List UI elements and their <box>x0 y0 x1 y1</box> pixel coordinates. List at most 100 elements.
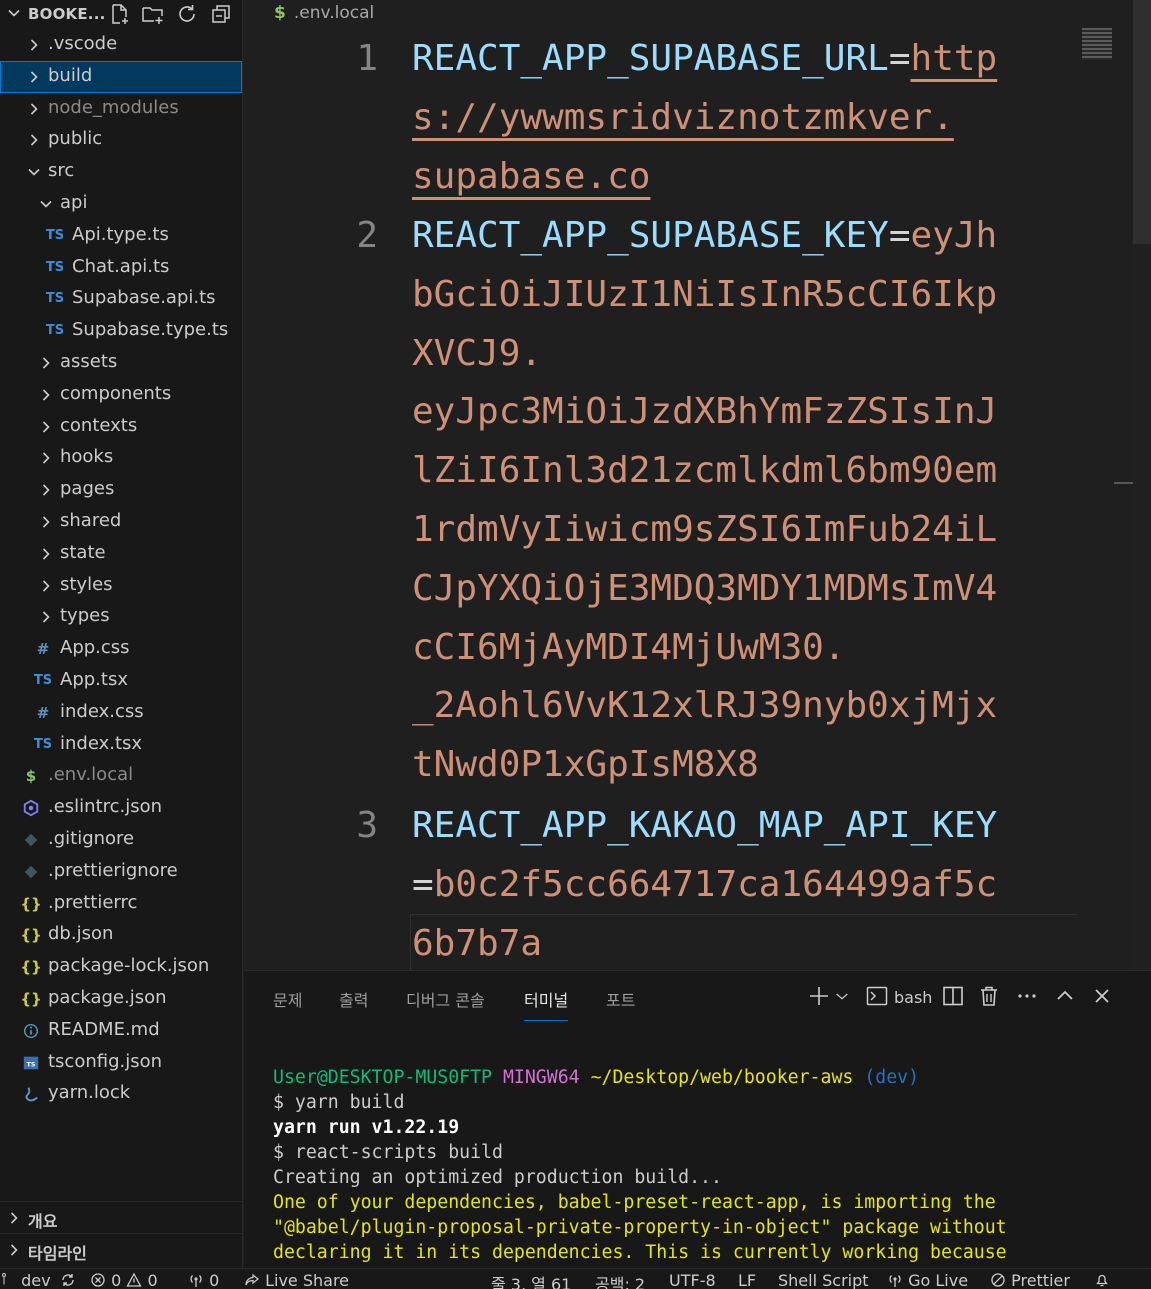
env-value[interactable]: supabase.co <box>412 156 650 197</box>
line-number[interactable]: 1 <box>328 38 378 79</box>
code-line[interactable]: REACT_APP_SUPABASE_KEY=eyJh <box>412 207 997 266</box>
env-value[interactable]: http <box>911 38 998 79</box>
close-panel-icon[interactable] <box>1090 984 1114 1008</box>
explorer-folder[interactable]: pages <box>0 474 242 506</box>
panel-tab[interactable]: 포트 <box>606 987 635 1011</box>
explorer-folder[interactable]: shared <box>0 506 242 538</box>
explorer-title[interactable]: BOOKE... <box>28 5 106 23</box>
explorer-file[interactable]: TS tsconfig.json <box>0 1047 242 1079</box>
editor-scrollbar-thumb[interactable] <box>1133 0 1151 244</box>
explorer-folder[interactable]: types <box>0 601 242 633</box>
code-line[interactable]: supabase.co <box>412 148 650 207</box>
explorer-file[interactable]: TS Supabase.api.ts <box>0 283 242 315</box>
code-line[interactable]: _2Aohl6VvK12xlRJ39nyb0xjMjx <box>412 677 997 736</box>
ports-indicator[interactable]: 0 <box>188 1271 219 1289</box>
chevron-down-icon[interactable] <box>834 984 850 1008</box>
code-line[interactable]: lZiI6Inl3d21zcmlkdml6bm90em <box>412 442 997 501</box>
explorer-file[interactable]: TS Api.type.ts <box>0 220 242 252</box>
refresh-icon[interactable] <box>175 2 199 26</box>
explorer-file[interactable]: .prettierignore <box>0 856 242 888</box>
code-line[interactable]: s://ywwmsridviznotzmkver. <box>412 89 954 148</box>
code-line[interactable]: REACT_APP_SUPABASE_URL=http <box>412 30 997 89</box>
breadcrumb-file[interactable]: .env.local <box>294 3 374 23</box>
editor-area[interactable]: $ .env.local 1 REACT_APP_SUPABASE_URL=http… <box>244 0 1151 970</box>
outline-section[interactable]: 개요 <box>0 1201 243 1233</box>
new-file-icon[interactable] <box>107 2 131 26</box>
sync-icon[interactable] <box>60 1272 76 1288</box>
explorer-folder[interactable]: src <box>0 156 242 188</box>
prettier-button[interactable]: Prettier <box>990 1271 1070 1289</box>
more-actions-icon[interactable] <box>1015 984 1039 1008</box>
branch-indicator[interactable]: dev <box>0 1271 76 1289</box>
line-number[interactable]: 2 <box>328 215 378 256</box>
env-value[interactable]: s://ywwmsridviznotzmkver. <box>412 97 954 138</box>
explorer-file[interactable]: TS index.tsx <box>0 729 242 761</box>
new-terminal-icon[interactable] <box>807 984 831 1008</box>
breadcrumb[interactable]: $ .env.local <box>274 3 374 23</box>
language-mode[interactable]: Shell Script <box>778 1271 869 1289</box>
explorer-folder[interactable]: hooks <box>0 442 242 474</box>
code-line[interactable]: =b0c2f5cc664717ca164499af5c <box>412 856 997 915</box>
collapse-all-icon[interactable] <box>209 2 233 26</box>
live-share-button[interactable]: Live Share <box>244 1271 349 1289</box>
explorer-file[interactable]: {} db.json <box>0 919 242 951</box>
panel-tab[interactable]: 터미널 <box>524 987 569 1021</box>
explorer-folder[interactable]: state <box>0 538 242 570</box>
explorer-folder[interactable]: styles <box>0 570 242 602</box>
notifications-bell-icon[interactable] <box>1094 1271 1110 1289</box>
line-number[interactable]: 3 <box>328 805 378 846</box>
new-folder-icon[interactable] <box>141 2 165 26</box>
code-line[interactable]: 1rdmVyIiwicm9sZSI6ImFub24iL <box>412 501 997 560</box>
minimap[interactable] <box>1082 28 1112 60</box>
explorer-folder[interactable]: contexts <box>0 411 242 443</box>
terminal-icon[interactable] <box>865 984 889 1008</box>
env-value: 1rdmVyIiwicm9sZSI6ImFub24iL <box>412 509 998 550</box>
maximize-panel-icon[interactable] <box>1053 984 1077 1008</box>
code-line[interactable]: CJpYXQiOjE3MDQ3MDY1MDMsImV4 <box>412 560 997 619</box>
code-line[interactable]: XVCJ9. <box>412 325 542 384</box>
explorer-file[interactable]: {} .prettierrc <box>0 888 242 920</box>
end-of-line[interactable]: LF <box>738 1271 756 1289</box>
encoding[interactable]: UTF-8 <box>669 1271 716 1289</box>
explorer-file[interactable]: {} package.json <box>0 983 242 1015</box>
explorer-item-label: .prettierrc <box>48 891 138 913</box>
problems-indicator[interactable]: 0 0 <box>90 1271 158 1289</box>
explorer-file[interactable]: {} package-lock.json <box>0 951 242 983</box>
explorer-folder[interactable]: node_modules <box>0 93 242 125</box>
code-line[interactable]: eyJpc3MiOiJzdXBhYmFzZSIsInJ <box>412 383 997 442</box>
panel-tab[interactable]: 출력 <box>339 987 368 1011</box>
explorer-folder[interactable]: .vscode <box>0 29 242 61</box>
explorer-file[interactable]: $ .env.local <box>0 760 242 792</box>
code-line[interactable]: tNwd0P1xGpIsM8X8 <box>412 736 759 795</box>
explorer-file[interactable]: TS Supabase.type.ts <box>0 315 242 347</box>
explorer-item-label: yarn.lock <box>48 1082 131 1104</box>
explorer-folder[interactable]: public <box>0 124 242 156</box>
indentation[interactable]: 공백: 2 <box>595 1271 645 1289</box>
trash-icon[interactable] <box>977 984 1001 1008</box>
terminal-name[interactable]: bash <box>894 988 932 1007</box>
explorer-folder[interactable]: components <box>0 379 242 411</box>
outline-label: 개요 <box>28 1212 58 1231</box>
explorer-file[interactable]: # index.css <box>0 697 242 729</box>
cursor-position[interactable]: 줄 3, 열 61 <box>491 1271 571 1289</box>
panel-tab[interactable]: 디버그 콘솔 <box>406 987 485 1011</box>
terminal-output[interactable]: User@DESKTOP-MUS0FTP MINGW64 ~/Desktop/w… <box>273 1065 1007 1265</box>
chevron-down-icon[interactable] <box>4 3 24 23</box>
explorer-folder[interactable]: assets <box>0 347 242 379</box>
explorer-file[interactable]: # App.css <box>0 633 242 665</box>
explorer-folder[interactable]: api <box>0 188 242 220</box>
code-line[interactable]: bGciOiJIUzI1NiIsInR5cCI6Ikp <box>412 266 997 325</box>
go-live-button[interactable]: Go Live <box>887 1271 968 1289</box>
code-line[interactable]: cCI6MjAyMDI4MjUwM30. <box>412 619 845 678</box>
explorer-folder[interactable]: build <box>0 60 242 93</box>
panel-tab[interactable]: 문제 <box>273 987 302 1011</box>
explorer-file[interactable]: README.md <box>0 1015 242 1047</box>
explorer-file[interactable]: .gitignore <box>0 824 242 856</box>
code-line[interactable]: REACT_APP_KAKAO_MAP_API_KEY <box>412 797 997 856</box>
explorer-file[interactable]: yarn.lock <box>0 1078 242 1110</box>
explorer-file[interactable]: TS Chat.api.ts <box>0 252 242 284</box>
timeline-section[interactable]: 타임라인 <box>0 1233 243 1265</box>
split-terminal-icon[interactable] <box>941 984 965 1008</box>
explorer-file[interactable]: TS App.tsx <box>0 665 242 697</box>
explorer-file[interactable]: .eslintrc.json <box>0 792 242 824</box>
